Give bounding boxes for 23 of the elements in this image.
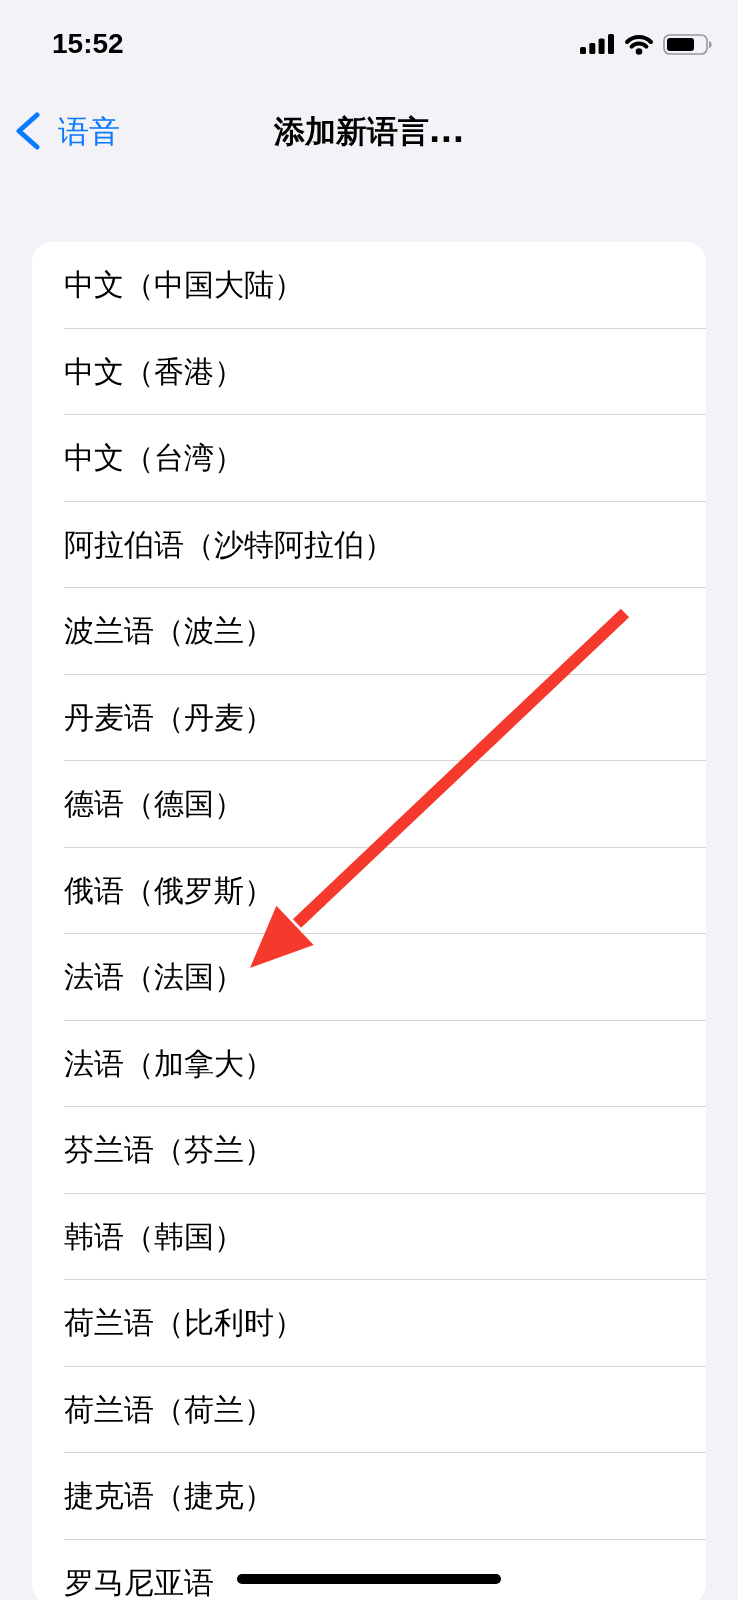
language-option[interactable]: 俄语（俄罗斯）: [32, 847, 706, 934]
wifi-icon: [624, 33, 654, 55]
language-option[interactable]: 韩语（韩国）: [32, 1193, 706, 1280]
status-time: 15:52: [52, 28, 124, 60]
chevron-left-icon: [16, 112, 40, 150]
language-option[interactable]: 波兰语（波兰）: [32, 588, 706, 675]
battery-icon: [663, 33, 712, 55]
language-option[interactable]: 德语（德国）: [32, 761, 706, 848]
language-option[interactable]: 荷兰语（荷兰）: [32, 1366, 706, 1453]
language-option[interactable]: 法语（法国）: [32, 934, 706, 1021]
language-option[interactable]: 芬兰语（芬兰）: [32, 1107, 706, 1194]
language-option[interactable]: 荷兰语（比利时）: [32, 1280, 706, 1367]
language-option[interactable]: 中文（香港）: [32, 328, 706, 415]
language-option[interactable]: 罗马尼亚语: [32, 1539, 706, 1600]
language-option[interactable]: 阿拉伯语（沙特阿拉伯）: [32, 501, 706, 588]
language-option[interactable]: 法语（加拿大）: [32, 1020, 706, 1107]
page-title: 添加新语言...: [273, 112, 465, 151]
back-button[interactable]: 语音: [16, 111, 120, 151]
language-option[interactable]: 丹麦语（丹麦）: [32, 674, 706, 761]
language-option[interactable]: 捷克语（捷克）: [32, 1453, 706, 1540]
language-option[interactable]: 中文（中国大陆）: [32, 242, 706, 329]
signal-icon: [580, 34, 614, 54]
language-option[interactable]: 中文（台湾）: [32, 415, 706, 502]
